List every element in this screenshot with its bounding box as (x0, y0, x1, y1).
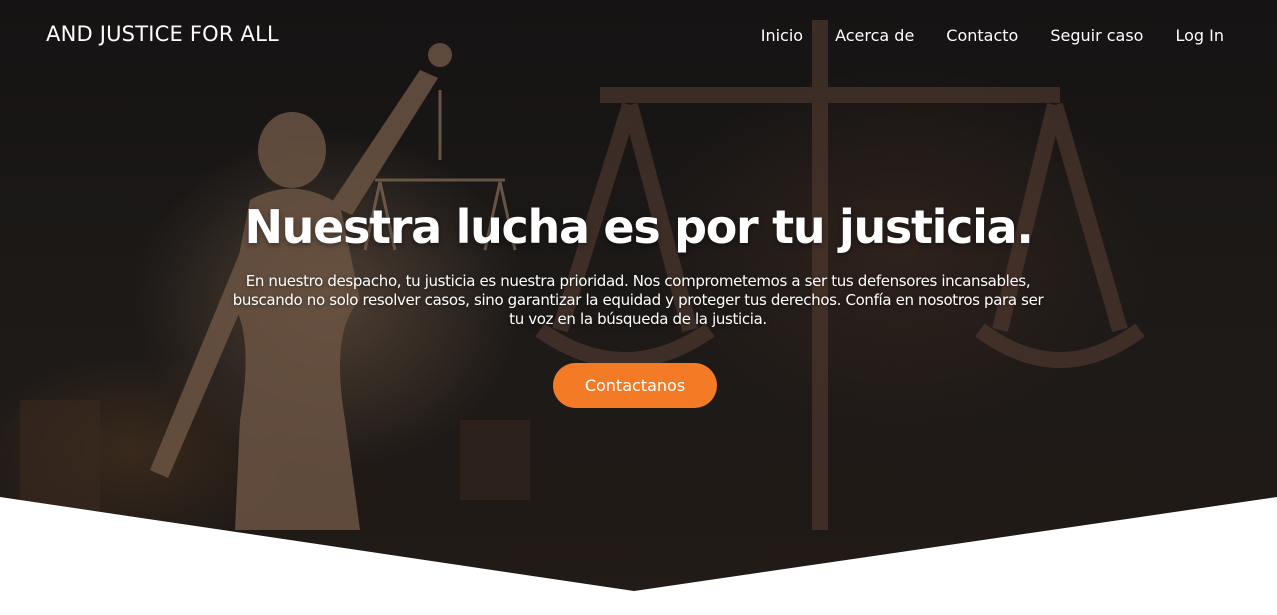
hero-section: AND JUSTICE FOR ALL Inicio Acerca de Con… (0, 0, 1277, 615)
hero-bottom-divider (0, 497, 1277, 615)
